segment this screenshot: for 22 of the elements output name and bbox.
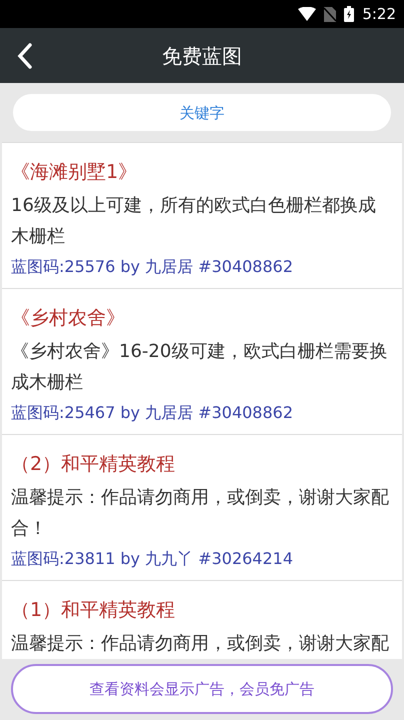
blueprint-meta: 蓝图码:25467 by 九居居 #30408862 bbox=[11, 402, 294, 424]
blueprint-card[interactable]: 《乡村农舍》 《乡村农舍》16-20级可建，欧式白栅栏需要换成木栅栏 蓝图码:25467 by 九居居 #30408862 bbox=[2, 288, 402, 434]
blueprint-title: （2）和平精英教程 bbox=[11, 452, 176, 477]
battery-icon bbox=[344, 6, 354, 22]
blueprint-description: 温馨提示：作品请勿商用，或倒卖，谢谢大家配合！ bbox=[11, 486, 390, 541]
blueprint-card[interactable]: 《海滩别墅1》 16级及以上可建，所有的欧式白色栅栏都换成木栅栏 蓝图码:25576 by 九居居 #30408862 bbox=[2, 142, 402, 288]
blueprint-description: 温馨提示：作品请勿商用，或倒卖，谢谢大家配 bbox=[11, 632, 390, 656]
blueprint-title: （1）和平精英教程 bbox=[11, 598, 176, 623]
search-field[interactable]: 关键字 bbox=[13, 94, 391, 131]
blueprint-title: 《海滩别墅1》 bbox=[11, 160, 138, 185]
status-time: 5:22 bbox=[362, 4, 396, 25]
blueprint-description: 《乡村农舍》16-20级可建，欧式白栅栏需要换成木栅栏 bbox=[11, 340, 388, 395]
blueprint-card[interactable]: （2）和平精英教程 温馨提示：作品请勿商用，或倒卖，谢谢大家配合！ 蓝图码:23811 by 九九丫 #30264214 bbox=[2, 434, 402, 580]
blueprint-title: 《乡村农舍》 bbox=[11, 306, 126, 331]
blueprint-card[interactable]: （1）和平精英教程 温馨提示：作品请勿商用，或倒卖，谢谢大家配 bbox=[2, 580, 402, 659]
blueprint-description: 16级及以上可建，所有的欧式白色栅栏都换成木栅栏 bbox=[11, 194, 377, 249]
app-bar-title: 免费蓝图 bbox=[162, 42, 242, 70]
no-sim-icon bbox=[324, 6, 336, 22]
blueprint-meta: 蓝图码:23811 by 九九丫 #30264214 bbox=[11, 548, 294, 570]
blueprint-meta: 蓝图码:25576 by 九居居 #30408862 bbox=[11, 256, 294, 278]
ad-notice-button[interactable]: 查看资料会显示广告，会员免广告 bbox=[11, 664, 393, 714]
wifi-icon bbox=[298, 7, 316, 21]
